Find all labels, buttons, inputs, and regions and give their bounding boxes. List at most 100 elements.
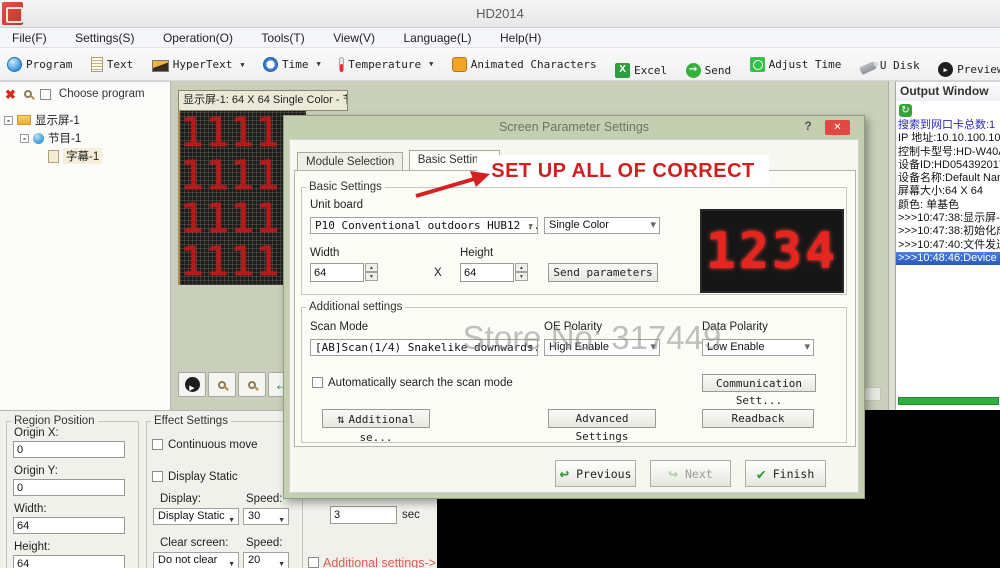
log-line: 搜索到网口卡总数:1	[898, 119, 996, 131]
toolbar-temperature-button[interactable]: Temperature	[339, 48, 433, 80]
screen-tab[interactable]: 显示屏-1: 64 X 64 Single Color - 节	[178, 90, 348, 111]
animated-characters-icon	[451, 56, 467, 72]
dialog-help-button[interactable]: ?	[800, 119, 816, 135]
menu-operation[interactable]: Operation(O)	[151, 28, 245, 48]
origin-y-input[interactable]	[13, 479, 125, 496]
speed-select[interactable]: 30	[243, 508, 289, 525]
origin-y-label: Origin Y:	[14, 465, 58, 477]
height-spinner[interactable]	[515, 263, 528, 282]
toolbar-animated-characters-button[interactable]: Animated Characters	[451, 48, 597, 80]
additional-settings-button[interactable]: Additional se...	[322, 409, 430, 444]
next-button[interactable]: Next	[650, 460, 731, 487]
width-label: Width	[310, 247, 340, 259]
spin-up-icon[interactable]	[515, 263, 528, 272]
up-down-arrows-icon	[337, 412, 344, 426]
expander-icon[interactable]	[4, 115, 13, 125]
duration-input[interactable]	[330, 506, 397, 524]
log-line: >>>10:47:40:文件发送成	[898, 238, 1000, 251]
additional-settings-link[interactable]: Additional settings->	[323, 556, 436, 568]
subtitle-doc-icon	[48, 149, 59, 163]
zoom-in-button[interactable]	[208, 372, 236, 397]
tree-item-screen[interactable]: 显示屏-1	[4, 112, 80, 128]
spin-up-icon[interactable]	[365, 263, 378, 272]
check-icon	[757, 465, 766, 483]
tab-module-selection[interactable]: Module Selection	[297, 152, 404, 170]
toolbar: Program Text HyperText Time Temperature …	[0, 48, 1000, 81]
expander-icon[interactable]	[20, 133, 29, 143]
basic-settings-group: Basic Settings Unit board P10 Convention…	[301, 181, 847, 295]
zoom-out-button[interactable]	[238, 372, 266, 397]
dialog-tab-row: Module Selection Basic Settings	[297, 150, 501, 170]
play-icon	[184, 377, 200, 392]
play-button[interactable]	[178, 372, 206, 397]
previous-button[interactable]: Previous	[555, 460, 636, 487]
scan-mode-select[interactable]: [AB]Scan(1/4) Snakelike downwards...	[310, 339, 538, 356]
oe-polarity-select[interactable]: High Enable	[544, 339, 660, 356]
display-static-checkbox[interactable]	[152, 471, 163, 482]
clear-screen-select[interactable]: Do not clear	[153, 552, 239, 568]
search-icon[interactable]	[23, 90, 32, 98]
toolbar-adjust-time-button[interactable]: Adjust Time	[749, 48, 841, 80]
additional-settings-checkbox[interactable]	[308, 557, 319, 568]
annotation-arrow-icon	[415, 171, 490, 198]
screen-height-input[interactable]	[460, 263, 514, 282]
readback-button[interactable]: Readback	[702, 409, 814, 428]
width-input[interactable]	[13, 517, 125, 534]
delete-icon[interactable]	[5, 88, 16, 101]
finish-button[interactable]: Finish	[745, 460, 826, 487]
spin-down-icon[interactable]	[365, 272, 378, 281]
refresh-icon[interactable]	[899, 104, 912, 117]
menu-file[interactable]: File(F)	[0, 28, 59, 48]
color-select[interactable]: Single Color	[544, 217, 660, 234]
adjust-time-icon	[749, 56, 765, 72]
choose-program-checkbox[interactable]	[39, 88, 51, 100]
screen-icon	[17, 115, 31, 125]
log-line: 设备名称:Default Name	[898, 172, 1000, 185]
log-line: 屏幕大小:64 X 64	[898, 185, 983, 198]
toolbar-program-button[interactable]: Program	[7, 48, 72, 80]
output-log: 搜索到网口卡总数:1 IP 地址:10.10.100.100,M 控制卡型号:H…	[896, 119, 1000, 266]
display-static-label: Display Static	[168, 471, 238, 483]
toolbar-hypertext-button[interactable]: HyperText	[151, 49, 245, 81]
menu-tools[interactable]: Tools(T)	[249, 28, 316, 48]
annotation-background: SET UP ALL OF CORRECT	[477, 155, 769, 187]
communication-settings-button[interactable]: Communication Sett...	[702, 374, 816, 407]
tree-item-program[interactable]: 节目-1	[20, 130, 81, 146]
log-line: >>>10:47:38:显示屏-1:	[898, 212, 1000, 225]
data-polarity-select[interactable]: Low Enable	[702, 339, 814, 356]
log-line-selected[interactable]: >>>10:48:46:Device ID:	[896, 251, 1000, 266]
tree-item-subtitle[interactable]: 字幕-1	[48, 148, 103, 164]
origin-x-label: Origin X:	[14, 427, 59, 439]
menu-view[interactable]: View(V)	[321, 28, 387, 48]
hypertext-icon	[151, 59, 169, 72]
app-window: HD2014 File(F) Settings(S) Operation(O) …	[0, 0, 1000, 568]
menu-help[interactable]: Help(H)	[488, 28, 553, 48]
height-input[interactable]	[13, 555, 125, 568]
x-separator-label: X	[434, 267, 442, 279]
continuous-move-checkbox[interactable]	[152, 439, 163, 450]
auto-search-checkbox[interactable]	[312, 377, 323, 388]
clear-speed-select[interactable]: 20	[243, 552, 289, 568]
next-arrow-icon	[668, 464, 678, 483]
screen-width-input[interactable]	[310, 263, 364, 282]
toolbar-time-button[interactable]: Time	[263, 48, 321, 80]
advanced-settings-button[interactable]: Advanced Settings	[548, 409, 656, 443]
excel-icon	[615, 62, 631, 78]
spin-down-icon[interactable]	[515, 272, 528, 281]
width-label: Width:	[14, 503, 47, 515]
send-parameters-button[interactable]: Send parameters	[548, 263, 658, 282]
vertical-scrollbar[interactable]	[888, 81, 895, 410]
origin-x-input[interactable]	[13, 441, 125, 458]
menu-settings[interactable]: Settings(S)	[63, 28, 146, 48]
program-tree-panel: Choose program 显示屏-1 节目-1 字幕-1	[0, 81, 171, 410]
log-line: >>>10:47:38:初始化成功	[898, 225, 1000, 238]
clear-speed-label: Speed:	[246, 537, 283, 549]
display-mode-select[interactable]: Display Static	[153, 508, 239, 525]
scan-mode-label: Scan Mode	[310, 321, 369, 333]
unit-board-select[interactable]: P10 Conventional outdoors HUB12 ...	[310, 217, 538, 234]
toolbar-udisk-button[interactable]: U Disk	[858, 50, 920, 82]
menu-language[interactable]: Language(L)	[391, 28, 483, 48]
toolbar-text-button[interactable]: Text	[90, 48, 133, 80]
dialog-close-button[interactable]	[825, 120, 850, 135]
width-spinner[interactable]	[365, 263, 378, 282]
